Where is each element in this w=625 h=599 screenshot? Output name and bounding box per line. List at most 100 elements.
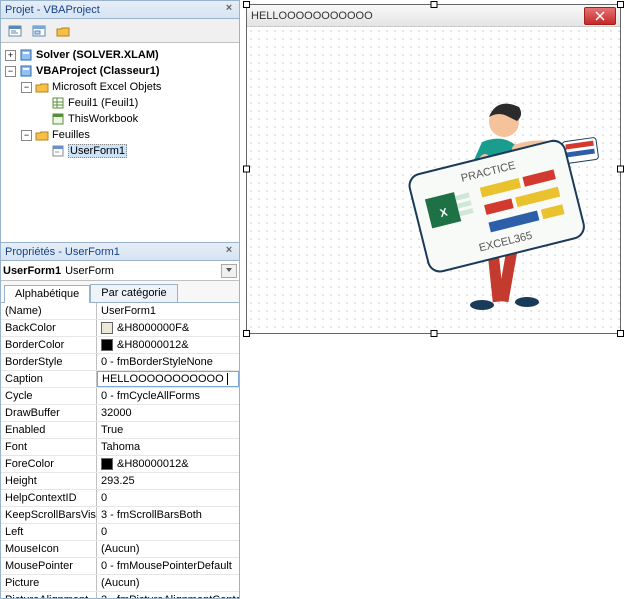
property-value[interactable]: 2 - fmPictureAlignmentCenter	[97, 592, 239, 598]
property-row[interactable]: Cycle0 - fmCycleAllForms	[1, 388, 239, 405]
property-name: Caption	[1, 371, 97, 387]
view-code-button[interactable]	[4, 21, 26, 41]
properties-tabs: Alphabétique Par catégorie	[1, 281, 239, 303]
form-designer[interactable]: HELLOOOOOOOOOOO	[246, 4, 621, 334]
view-object-button[interactable]	[28, 21, 50, 41]
project-toolbar	[1, 19, 239, 43]
property-value[interactable]: (Aucun)	[97, 575, 239, 591]
project-explorer-title-text: Projet - VBAProject	[5, 4, 100, 16]
property-value[interactable]: 3 - fmScrollBarsBoth	[97, 507, 239, 523]
tree-node-label: Feuil1 (Feuil1)	[68, 97, 138, 109]
property-value[interactable]: Tahoma	[97, 439, 239, 455]
property-row[interactable]: BackColor&H8000000F&	[1, 320, 239, 337]
property-value-text: HELLOOOOOOOOOOO	[102, 371, 224, 387]
property-row[interactable]: ForeColor&H80000012&	[1, 456, 239, 473]
properties-title: Propriétés - UserForm1 ×	[1, 243, 239, 261]
property-value[interactable]: True	[97, 422, 239, 438]
property-row[interactable]: Caption HELLOOOOOOOOOOO	[1, 371, 239, 388]
close-icon[interactable]: ×	[221, 243, 237, 259]
property-value[interactable]: (Aucun)	[97, 541, 239, 557]
property-value-text: &H80000012&	[117, 337, 189, 353]
property-value-text: 293.25	[101, 473, 135, 489]
property-row[interactable]: EnabledTrue	[1, 422, 239, 439]
property-value[interactable]: 0	[97, 524, 239, 540]
property-row[interactable]: MouseIcon(Aucun)	[1, 541, 239, 558]
close-icon[interactable]: ×	[221, 1, 237, 17]
dropdown-icon[interactable]	[221, 264, 237, 278]
property-value-text: True	[101, 422, 123, 438]
property-row[interactable]: KeepScrollBarsVisible3 - fmScrollBarsBot…	[1, 507, 239, 524]
property-value-text: 0 - fmBorderStyleNone	[101, 354, 213, 370]
property-value[interactable]: 0 - fmMousePointerDefault	[97, 558, 239, 574]
userform-close-button[interactable]	[584, 7, 616, 25]
collapse-icon[interactable]: −	[21, 130, 32, 141]
expand-icon[interactable]: +	[5, 50, 16, 61]
property-value[interactable]: 0 - fmBorderStyleNone	[97, 354, 239, 370]
property-value[interactable]: 0	[97, 490, 239, 506]
object-type: UserForm	[65, 265, 114, 277]
tree-node-vbaproject[interactable]: − VBAProject (Classeur1)	[3, 63, 237, 79]
property-value-text: 0 - fmCycleAllForms	[101, 388, 200, 404]
property-value-text: Tahoma	[101, 439, 140, 455]
tree-node-label: Microsoft Excel Objets	[52, 81, 161, 93]
properties-panel: Propriétés - UserForm1 × UserForm1 UserF…	[0, 243, 240, 599]
tab-alphabetical[interactable]: Alphabétique	[4, 285, 90, 303]
property-row[interactable]: Picture(Aucun)	[1, 575, 239, 592]
tree-node-workbook[interactable]: ThisWorkbook	[3, 111, 237, 127]
property-value[interactable]: &H80000012&	[97, 456, 239, 472]
property-value[interactable]: 293.25	[97, 473, 239, 489]
property-value-text: &H80000012&	[117, 456, 189, 472]
collapse-icon[interactable]: −	[21, 82, 32, 93]
property-value[interactable]: &H8000000F&	[97, 320, 239, 336]
tree-folder-objects[interactable]: − Microsoft Excel Objets	[3, 79, 237, 95]
property-name: BorderStyle	[1, 354, 97, 370]
userform-client-area[interactable]: PRACTICE X	[247, 27, 620, 333]
property-row[interactable]: MousePointer0 - fmMousePointerDefault	[1, 558, 239, 575]
property-row[interactable]: FontTahoma	[1, 439, 239, 456]
object-selector[interactable]: UserForm1 UserForm	[1, 261, 239, 281]
property-value-text: 0	[101, 524, 107, 540]
svg-text:X: X	[439, 206, 450, 220]
project-tree[interactable]: + Solver (SOLVER.XLAM) − VBAProject (Cla…	[1, 43, 239, 242]
property-row[interactable]: BorderStyle0 - fmBorderStyleNone	[1, 354, 239, 371]
tree-node-sheet[interactable]: Feuil1 (Feuil1)	[3, 95, 237, 111]
property-row[interactable]: PictureAlignment 2 - fmPictureAlignmentCe…	[1, 592, 239, 598]
property-value[interactable]: 32000	[97, 405, 239, 421]
userform-titlebar: HELLOOOOOOOOOOO	[247, 5, 620, 27]
property-row[interactable]: (Name)UserForm1	[1, 303, 239, 320]
tree-folder-forms[interactable]: − Feuilles	[3, 127, 237, 143]
properties-grid[interactable]: (Name)UserForm1BackColor&H8000000F&Borde…	[1, 303, 239, 598]
property-value[interactable]: HELLOOOOOOOOOOO	[97, 371, 239, 387]
tree-node-label: UserForm1	[68, 144, 127, 158]
property-name: (Name)	[1, 303, 97, 319]
property-value-text: 2 - fmPictureAlignmentCenter	[101, 592, 239, 598]
property-row[interactable]: HelpContextID0	[1, 490, 239, 507]
property-row[interactable]: Left0	[1, 524, 239, 541]
userform-design-surface[interactable]: HELLOOOOOOOOOOO	[246, 4, 621, 334]
tab-categorized[interactable]: Par catégorie	[90, 284, 177, 302]
property-value-text: &H8000000F&	[117, 320, 189, 336]
property-row[interactable]: Height293.25	[1, 473, 239, 490]
property-value[interactable]: &H80000012&	[97, 337, 239, 353]
property-name: Picture	[1, 575, 97, 591]
tree-node-solver[interactable]: + Solver (SOLVER.XLAM)	[3, 47, 237, 63]
tree-node-label: Solver (SOLVER.XLAM)	[36, 49, 159, 61]
property-row[interactable]: BorderColor&H80000012&	[1, 337, 239, 354]
property-value-text: (Aucun)	[101, 575, 140, 591]
property-value-text: (Aucun)	[101, 541, 140, 557]
property-row[interactable]: DrawBuffer32000	[1, 405, 239, 422]
property-name: PictureAlignment	[1, 592, 97, 598]
property-value[interactable]: 0 - fmCycleAllForms	[97, 388, 239, 404]
property-value[interactable]: UserForm1	[97, 303, 239, 319]
property-name: MousePointer	[1, 558, 97, 574]
folder-icon	[35, 80, 49, 94]
property-value-text: 3 - fmScrollBarsBoth	[101, 507, 202, 523]
vba-project-icon	[19, 48, 33, 62]
toggle-folders-button[interactable]	[52, 21, 74, 41]
color-swatch-icon	[101, 322, 113, 334]
collapse-icon[interactable]: −	[5, 66, 16, 77]
property-value-text: 0	[101, 490, 107, 506]
userform-icon	[51, 144, 65, 158]
tree-node-userform[interactable]: UserForm1	[3, 143, 237, 159]
property-name: Font	[1, 439, 97, 455]
